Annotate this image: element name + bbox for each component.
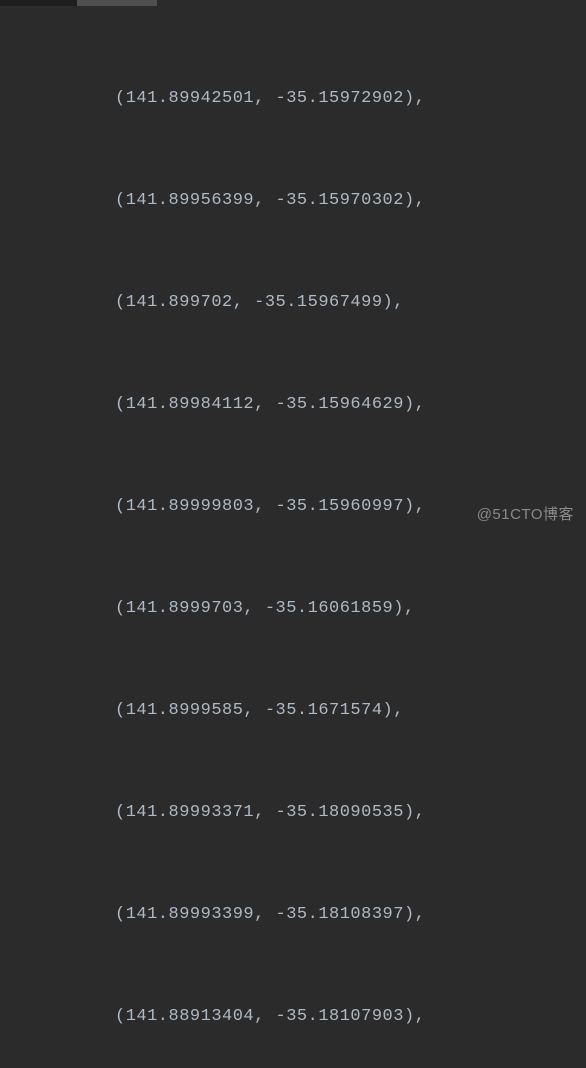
code-line: (141.89993371, -35.18090535), — [115, 796, 586, 830]
watermark: @51CTO博客 — [477, 503, 574, 524]
code-line: (141.89984112, -35.15964629), — [115, 388, 586, 422]
code-line: (141.8999585, -35.1671574), — [115, 694, 586, 728]
code-line: (141.89956399, -35.15970302), — [115, 184, 586, 218]
code-line: (141.8999703, -35.16061859), — [115, 592, 586, 626]
code-line: (141.89993399, -35.18108397), — [115, 898, 586, 932]
tab-active[interactable] — [77, 0, 157, 6]
code-line: (141.89942501, -35.15972902), — [115, 82, 586, 116]
tab-inactive[interactable] — [0, 0, 77, 6]
code-line: (141.88913404, -35.18107903), — [115, 1000, 586, 1034]
code-line: (141.899702, -35.15967499), — [115, 286, 586, 320]
code-editor[interactable]: (141.89942501, -35.15972902), (141.89956… — [0, 6, 586, 1068]
